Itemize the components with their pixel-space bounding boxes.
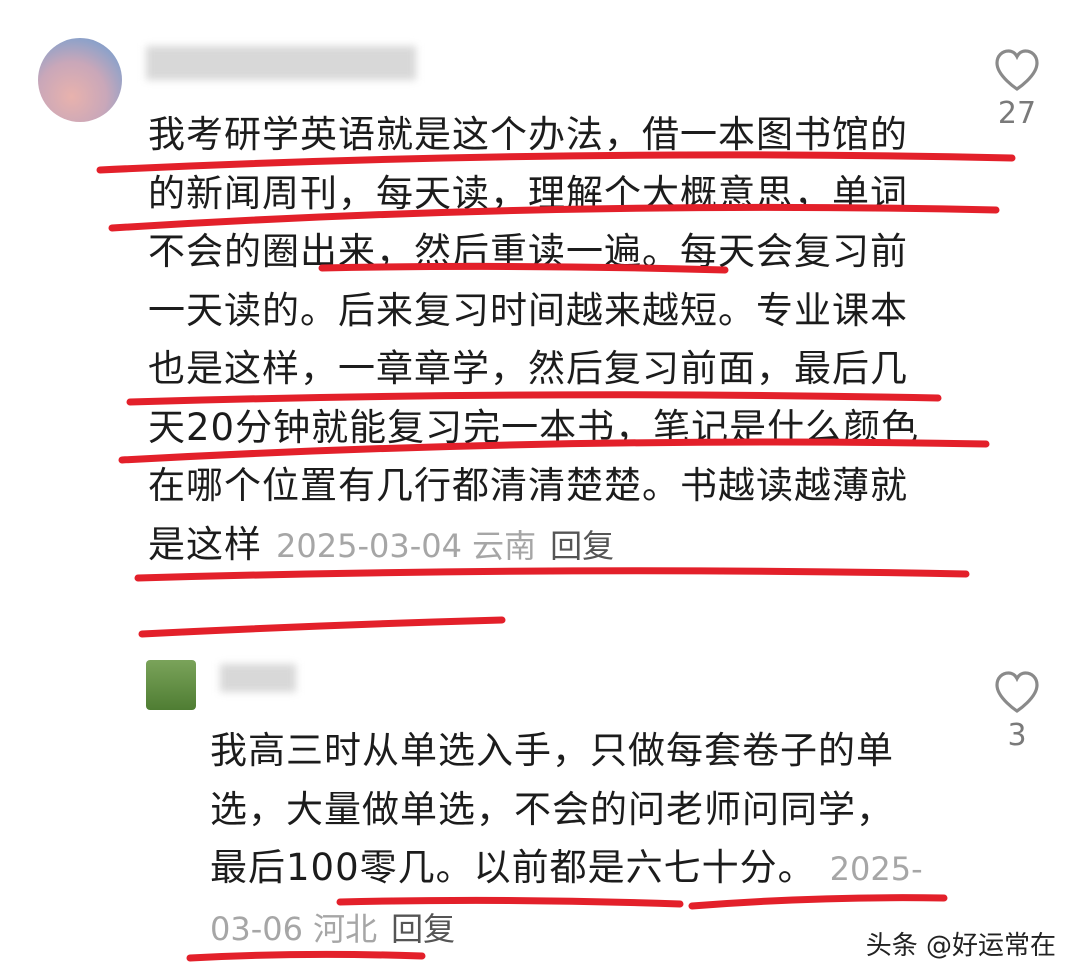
- comment-location: 云南: [472, 526, 537, 565]
- like-count: 3: [1007, 718, 1027, 753]
- comment-body: 我考研学英语就是这个办法，借一本图书馆的的新闻周刊，每天读，理解个大概意思，单词…: [148, 106, 928, 575]
- underline: [138, 616, 506, 638]
- comment-text: 我考研学英语就是这个办法，借一本图书馆的的新闻周刊，每天读，理解个大概意思，单词…: [148, 113, 920, 566]
- watermark: 头条 @好运常在: [865, 931, 1056, 961]
- username-blurred[interactable]: [220, 664, 296, 692]
- like-button[interactable]: 27: [987, 48, 1047, 131]
- comment-meta: 2025-03-04 云南 回复: [276, 527, 614, 565]
- avatar[interactable]: [146, 660, 196, 710]
- reply-button[interactable]: 回复: [391, 910, 455, 948]
- reply-button[interactable]: 回复: [550, 527, 614, 565]
- comment-text: 我高三时从单选入手，只做每套卷子的单选，大量做单选，不会的问老师问同学，最后10…: [210, 729, 894, 889]
- heart-outline-icon[interactable]: [993, 670, 1041, 714]
- username-blurred[interactable]: [146, 46, 416, 80]
- comment-date: 2025-03-04: [276, 526, 462, 565]
- heart-outline-icon[interactable]: [993, 48, 1041, 92]
- like-button[interactable]: 3: [987, 670, 1047, 753]
- like-count: 27: [997, 96, 1037, 131]
- avatar[interactable]: [38, 38, 122, 122]
- comment-body: 我高三时从单选入手，只做每套卷子的单选，大量做单选，不会的问老师问同学，最后10…: [210, 722, 930, 958]
- comment-location: 河北: [313, 909, 378, 948]
